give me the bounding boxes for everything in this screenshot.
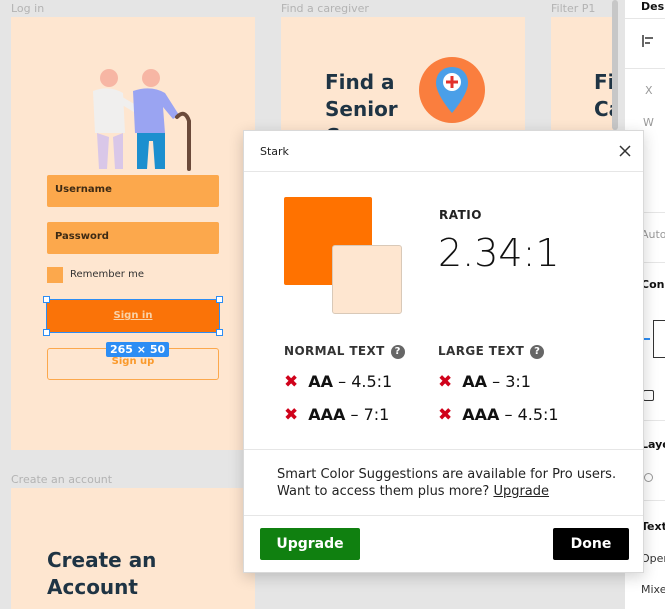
- dialog-divider: [244, 515, 643, 516]
- location-pin-icon: [419, 57, 485, 123]
- help-icon[interactable]: ?: [390, 345, 405, 359]
- frame-label-caregiver[interactable]: Find a caregiver: [281, 2, 369, 15]
- large-aaa-level: AAA: [462, 405, 500, 424]
- login-frame[interactable]: Username Password Remember me Sign in Si…: [11, 17, 255, 450]
- resize-handle-top-left[interactable]: [43, 296, 50, 303]
- normal-aaa-result: ✖ AAA – 7:1: [284, 405, 389, 425]
- dialog-divider: [244, 449, 643, 450]
- fail-icon: ✖: [284, 372, 299, 392]
- auto-layout-label[interactable]: Auto: [641, 228, 665, 241]
- elderly-couple-illustration: [93, 69, 191, 171]
- normal-aa-target: – 4.5:1: [338, 372, 393, 391]
- dialog-divider: [244, 171, 643, 172]
- fail-icon: ✖: [438, 372, 453, 392]
- align-left-icon[interactable]: [642, 35, 654, 47]
- design-tab[interactable]: Desig: [641, 0, 665, 13]
- normal-text-label: NORMAL TEXT: [284, 344, 385, 358]
- text-section-label: Text: [641, 520, 665, 533]
- frame-label-create[interactable]: Create an account: [11, 473, 112, 486]
- font-family-value[interactable]: Oper: [641, 552, 665, 565]
- caregiver-heading-line1: Find a: [325, 70, 395, 94]
- filter-heading-line1: Filt: [594, 70, 613, 94]
- filter-heading-line2: Cat: [594, 97, 613, 121]
- help-icon[interactable]: ?: [530, 345, 545, 359]
- ratio-value: 2.34:1: [438, 231, 560, 275]
- fail-icon: ✖: [284, 405, 299, 425]
- upgrade-button[interactable]: Upgrade: [260, 528, 360, 560]
- suggestion-line2: Want to access them plus more?: [277, 484, 490, 499]
- ratio-label: RATIO: [439, 208, 482, 222]
- signin-button[interactable]: Sign in: [46, 299, 220, 333]
- suggestion-line1: Smart Color Suggestions are available fo…: [277, 467, 617, 482]
- suggestion-line2-wrapper: Want to access them plus more? Upgrade: [277, 483, 616, 500]
- remember-checkbox[interactable]: [47, 267, 63, 283]
- password-field[interactable]: Password: [47, 222, 219, 254]
- layer-label: Laye: [641, 438, 665, 451]
- frame-label-login[interactable]: Log in: [11, 2, 44, 15]
- upgrade-link[interactable]: Upgrade: [493, 484, 549, 499]
- large-text-header: LARGE TEXT?: [438, 344, 545, 359]
- dialog-title: Stark: [260, 145, 289, 158]
- canvas-scrollbar[interactable]: [612, 0, 618, 130]
- panel-divider: [625, 68, 665, 69]
- stark-dialog: Stark RATIO 2.34:1 NORMAL TEXT? LARGE TE…: [243, 130, 644, 573]
- clip-content-checkbox[interactable]: [643, 390, 654, 401]
- large-aa-level: AA: [462, 372, 488, 391]
- large-aaa-result: ✖ AAA – 4.5:1: [438, 405, 559, 425]
- caregiver-heading-line2: Senior: [325, 97, 398, 121]
- normal-aa-result: ✖ AA – 4.5:1: [284, 372, 392, 392]
- large-text-label: LARGE TEXT: [438, 344, 525, 358]
- large-aa-target: – 3:1: [492, 372, 531, 391]
- constraints-widget[interactable]: [653, 320, 665, 358]
- create-heading-line2: Account: [47, 575, 138, 599]
- normal-text-header: NORMAL TEXT?: [284, 344, 405, 359]
- done-button[interactable]: Done: [553, 528, 629, 560]
- font-style-value[interactable]: Mixe: [641, 583, 665, 596]
- normal-aaa-level: AAA: [308, 405, 346, 424]
- panel-divider: [625, 18, 665, 19]
- frame-label-filter[interactable]: Filter P1: [551, 2, 595, 15]
- remember-label: Remember me: [70, 269, 144, 280]
- selection-size-badge: 265 × 50: [106, 342, 170, 357]
- normal-aa-level: AA: [308, 372, 334, 391]
- resize-handle-bottom-right[interactable]: [216, 329, 223, 336]
- resize-handle-top-right[interactable]: [216, 296, 223, 303]
- fail-icon: ✖: [438, 405, 453, 425]
- pro-suggestion: Smart Color Suggestions are available fo…: [277, 466, 616, 500]
- create-account-frame[interactable]: Create an Account: [11, 488, 255, 609]
- background-swatch[interactable]: [332, 245, 402, 314]
- resize-handle-bottom-left[interactable]: [43, 329, 50, 336]
- constraints-label: Cons: [641, 278, 665, 291]
- layer-blend-icon[interactable]: [644, 473, 653, 482]
- large-aaa-target: – 4.5:1: [504, 405, 559, 424]
- username-field[interactable]: Username: [47, 175, 219, 207]
- close-icon[interactable]: [616, 142, 634, 160]
- create-heading-line1: Create an: [47, 548, 157, 572]
- large-aa-result: ✖ AA – 3:1: [438, 372, 531, 392]
- x-label: X: [645, 84, 653, 97]
- normal-aaa-target: – 7:1: [350, 405, 390, 424]
- w-label: W: [643, 116, 654, 129]
